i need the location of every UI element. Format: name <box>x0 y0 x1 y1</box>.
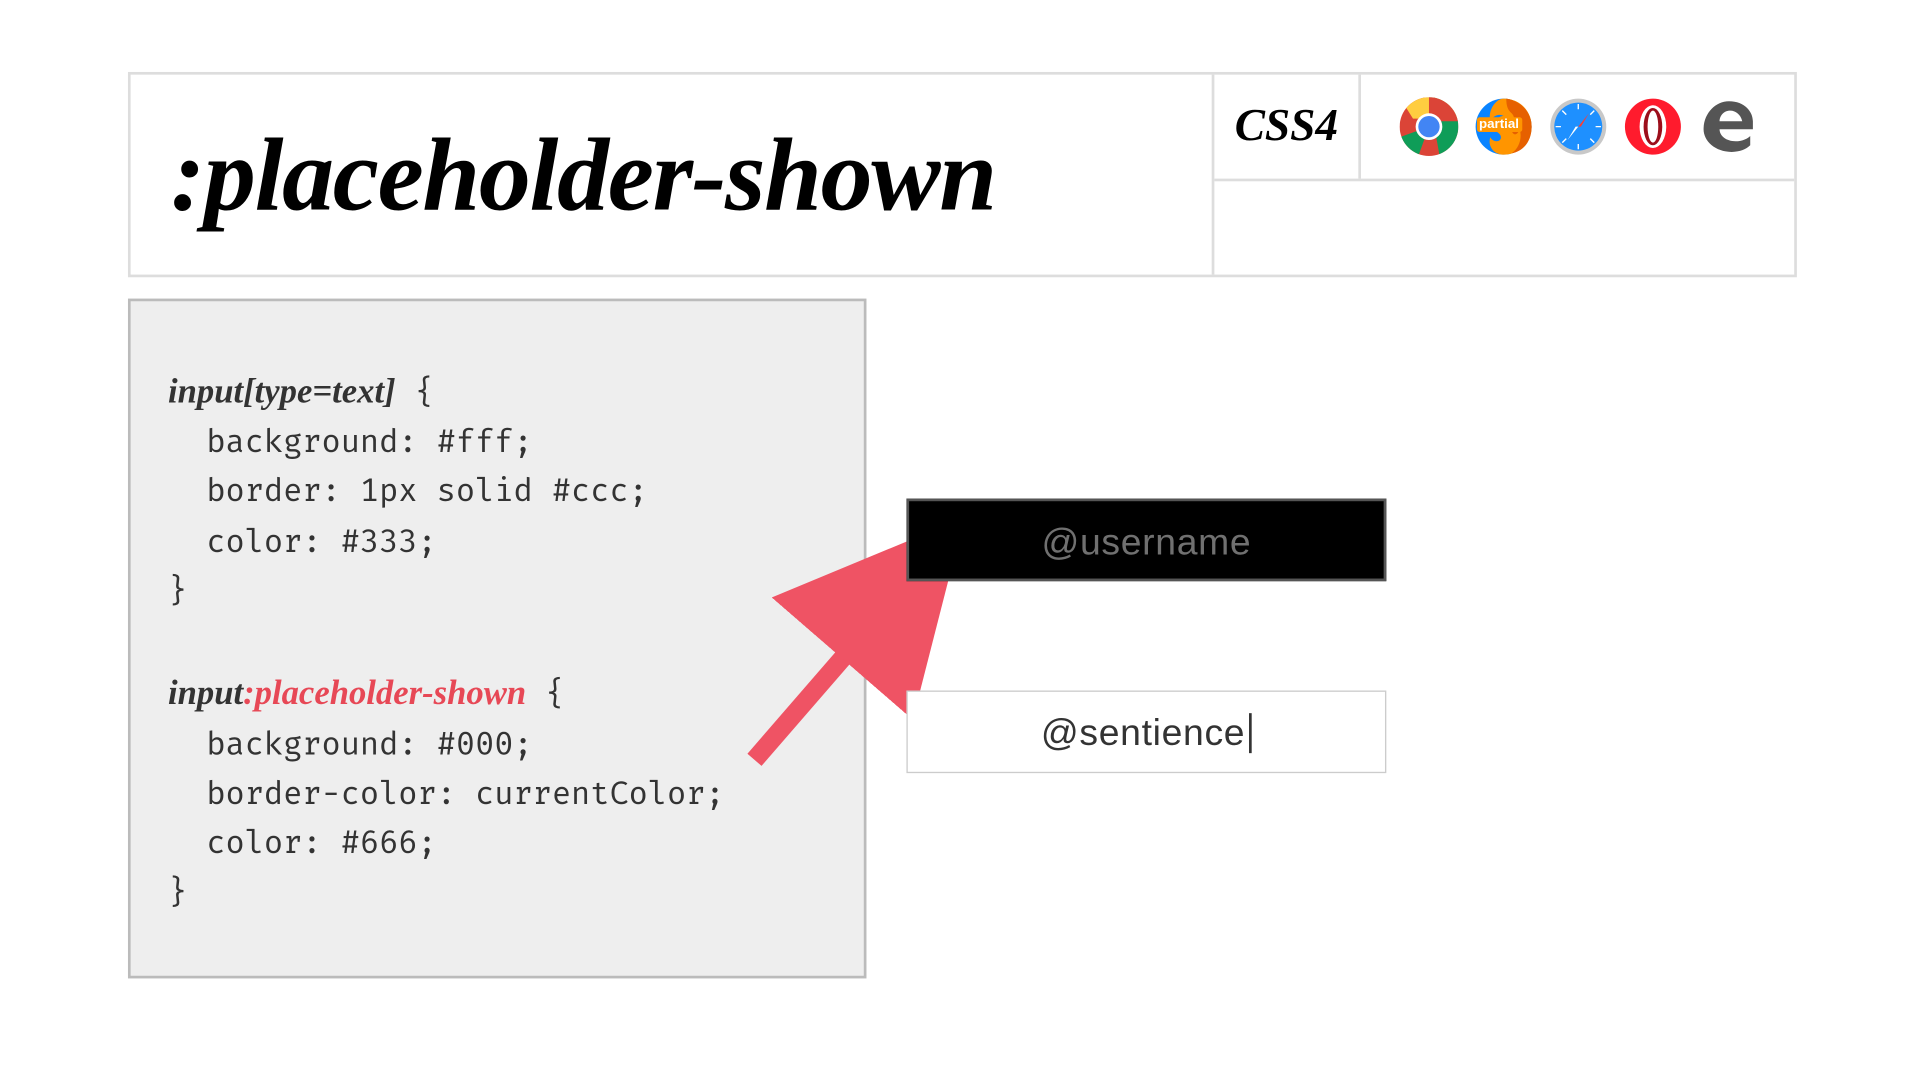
text-caret <box>1248 713 1252 753</box>
code-body-2: background: #000; border-color: currentC… <box>168 726 725 862</box>
css-level-badge: CSS4 <box>1214 75 1361 179</box>
header-aside: CSS4 <box>1214 75 1794 275</box>
partial-label: partial <box>1476 117 1521 132</box>
slide-title-cell: :placeholder-shown <box>131 75 1215 275</box>
demo-inputs: @username @sentience <box>906 499 1386 883</box>
filled-text: @sentience <box>1041 712 1245 753</box>
code-pseudo-highlight: :placeholder-shown <box>243 673 526 712</box>
code-selector-1: input[type=text] <box>168 372 396 411</box>
css-level-text: CSS4 <box>1235 101 1338 152</box>
chrome-icon <box>1399 97 1458 156</box>
placeholder-text: @username <box>1041 521 1251 562</box>
code-body-1: background: #fff; border: 1px solid #ccc… <box>168 424 648 560</box>
slide-header: :placeholder-shown CSS4 <box>128 72 1797 277</box>
browser-support-icons: partial <box>1361 75 1794 179</box>
opera-icon <box>1623 97 1682 156</box>
safari-icon <box>1548 97 1607 156</box>
demo-input-placeholder-shown[interactable]: @username <box>906 499 1386 582</box>
code-selector-2-prefix: input <box>168 673 243 712</box>
edge-icon <box>1698 97 1757 156</box>
slide-title: :placeholder-shown <box>171 115 996 235</box>
firefox-icon: partial <box>1474 97 1533 156</box>
demo-input-filled[interactable]: @sentience <box>906 690 1386 773</box>
